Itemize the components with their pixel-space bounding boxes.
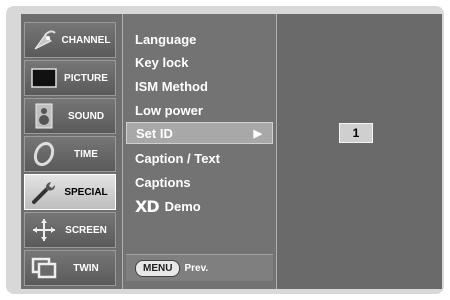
menu-item-key-lock[interactable]: Key lock xyxy=(135,51,275,73)
satellite-icon xyxy=(29,25,59,55)
category-screen[interactable]: SCREEN xyxy=(24,212,116,248)
menu-item-caption-text[interactable]: Caption / Text xyxy=(135,147,275,169)
category-sound[interactable]: SOUND xyxy=(24,98,116,134)
category-label: SOUND xyxy=(67,110,105,122)
menu-button[interactable]: MENU xyxy=(135,259,181,277)
menu-item-label: Low power xyxy=(135,102,203,118)
menu-item-label: Captions xyxy=(135,174,191,190)
category-time[interactable]: TIME xyxy=(24,136,116,172)
menu-item-label: Set ID xyxy=(136,125,173,141)
value-area: 1 xyxy=(277,14,442,289)
set-id-value[interactable]: 1 xyxy=(339,123,373,143)
category-label: SPECIAL xyxy=(64,186,108,198)
menu-item-xd-demo[interactable]: XD Demo xyxy=(135,195,275,217)
speaker-icon xyxy=(29,101,59,131)
clock-icon xyxy=(29,139,59,169)
prev-hint: Prev. xyxy=(184,262,209,274)
menu-item-label: ISM Method xyxy=(135,78,208,94)
category-label: PICTURE xyxy=(64,72,108,84)
category-picture[interactable]: PICTURE xyxy=(24,60,116,96)
category-label: TWIN xyxy=(73,262,99,274)
twin-windows-icon xyxy=(29,253,59,283)
category-column: CHANNEL PICTURE SOUND TIME SPECIAL SCREE… xyxy=(21,14,119,289)
menu-item-ism-method[interactable]: ISM Method xyxy=(135,75,275,97)
menu-item-language[interactable]: Language xyxy=(135,28,275,50)
special-menu: Language Key lock ISM Method Low power S… xyxy=(122,14,277,289)
category-label: SCREEN xyxy=(65,224,107,236)
menu-item-label: Language xyxy=(135,31,197,47)
menu-footer: MENU Prev. xyxy=(126,254,273,281)
screen-icon xyxy=(29,63,59,93)
category-label: CHANNEL xyxy=(61,34,111,46)
menu-item-captions[interactable]: Captions xyxy=(135,171,275,193)
xd-logo: XD xyxy=(135,196,160,216)
wrench-icon xyxy=(29,177,59,207)
category-twin[interactable]: TWIN xyxy=(24,250,116,286)
menu-item-set-id[interactable]: Set ID ▶ xyxy=(126,122,273,144)
category-channel[interactable]: CHANNEL xyxy=(24,22,116,58)
move-arrows-icon xyxy=(29,215,59,245)
category-label: TIME xyxy=(74,148,98,160)
menu-item-label: Caption / Text xyxy=(135,150,220,166)
menu-item-low-power[interactable]: Low power xyxy=(135,99,275,121)
submenu-arrow-icon: ▶ xyxy=(253,127,262,140)
category-special[interactable]: SPECIAL xyxy=(24,174,116,210)
menu-item-label: Demo xyxy=(164,198,201,214)
menu-item-label: Key lock xyxy=(135,54,189,70)
